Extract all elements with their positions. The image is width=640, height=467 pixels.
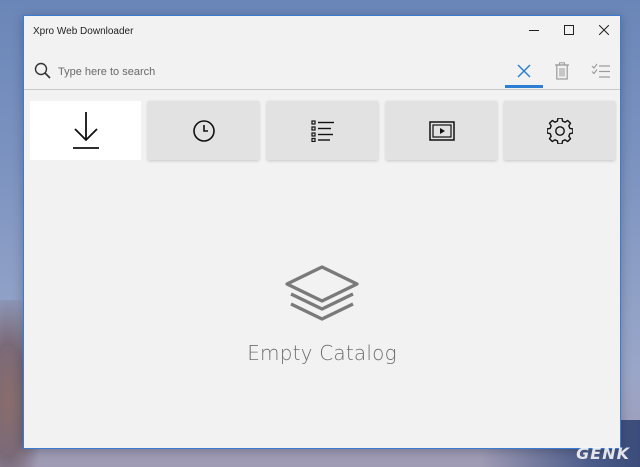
layers-icon [285, 265, 359, 321]
video-icon [428, 120, 455, 141]
tab-bar [30, 101, 616, 161]
download-icon [72, 111, 99, 149]
select-all-icon [591, 63, 610, 78]
history-icon [192, 119, 215, 142]
app-window: Xpro Web Downloader Type here to search … [23, 15, 621, 449]
empty-catalog-label: Empty Catalog [247, 341, 397, 365]
tab-history[interactable] [148, 101, 259, 160]
maximize-icon [564, 25, 574, 35]
close-button[interactable] [587, 16, 621, 44]
window-title: Xpro Web Downloader [33, 26, 134, 37]
tab-list[interactable] [267, 101, 378, 160]
minimize-button[interactable] [517, 16, 551, 44]
trash-icon [555, 62, 569, 80]
close-icon [599, 25, 609, 35]
watermark-logo: GENK [576, 444, 630, 463]
tab-settings[interactable] [504, 101, 615, 160]
clear-icon [517, 64, 531, 78]
select-all-button[interactable] [582, 54, 620, 88]
clear-search-button[interactable] [505, 54, 543, 88]
list-icon [310, 119, 334, 142]
tab-downloads[interactable] [30, 101, 141, 160]
empty-state: Empty Catalog [24, 263, 620, 365]
title-bar[interactable]: Xpro Web Downloader [24, 16, 620, 48]
search-input[interactable] [58, 62, 498, 82]
delete-button[interactable] [543, 54, 581, 88]
tab-video[interactable] [386, 101, 497, 160]
minimize-icon [529, 30, 539, 31]
search-bar [24, 54, 620, 90]
maximize-button[interactable] [552, 16, 586, 44]
settings-icon [546, 117, 573, 144]
search-divider [24, 89, 620, 90]
search-icon [34, 62, 51, 79]
